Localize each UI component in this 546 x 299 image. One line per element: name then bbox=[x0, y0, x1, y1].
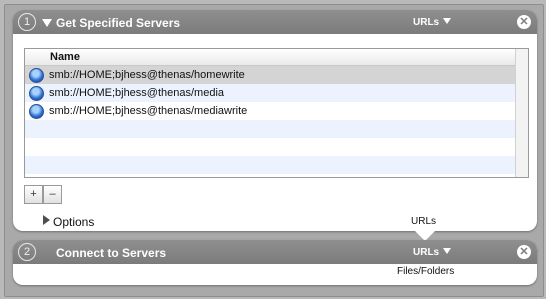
remove-button[interactable]: – bbox=[43, 185, 62, 204]
server-url: smb://HOME;bjhess@thenas/media bbox=[49, 87, 225, 99]
output-type-label: URLs bbox=[411, 216, 437, 227]
action-number: 1 bbox=[18, 13, 36, 31]
options-disclosure-icon[interactable] bbox=[43, 215, 50, 225]
globe-server-icon bbox=[29, 104, 44, 119]
server-list[interactable]: Name smb://HOME;bjhess@thenas/homewrite … bbox=[24, 48, 529, 178]
table-row[interactable]: smb://HOME;bjhess@thenas/homewrite bbox=[25, 66, 528, 84]
table-row[interactable]: smb://HOME;bjhess@thenas/mediawrite bbox=[25, 102, 528, 120]
table-row-empty bbox=[25, 156, 528, 174]
server-url: smb://HOME;bjhess@thenas/homewrite bbox=[49, 69, 245, 81]
caret-down-icon bbox=[443, 18, 452, 24]
action-header[interactable]: 1 Get Specified Servers URLs ✕ bbox=[13, 10, 537, 34]
table-row[interactable]: smb://HOME;bjhess@thenas/media bbox=[25, 84, 528, 102]
table-row-empty bbox=[25, 138, 528, 156]
table-row-empty bbox=[25, 120, 528, 138]
workflow-canvas: 1 Get Specified Servers URLs ✕ Name smb:… bbox=[4, 4, 544, 297]
types-popup[interactable]: URLs bbox=[413, 17, 452, 28]
add-button[interactable]: + bbox=[24, 185, 43, 204]
input-type-label: Files/Folders bbox=[397, 266, 455, 277]
types-popup[interactable]: URLs bbox=[413, 247, 452, 258]
server-rows: smb://HOME;bjhess@thenas/homewrite smb:/… bbox=[25, 66, 528, 174]
action-number: 2 bbox=[18, 243, 36, 261]
vertical-scrollbar[interactable] bbox=[515, 49, 528, 177]
types-label: URLs bbox=[413, 247, 440, 258]
server-url: smb://HOME;bjhess@thenas/mediawrite bbox=[49, 105, 248, 117]
caret-down-icon bbox=[443, 248, 452, 254]
action-header[interactable]: 2 Connect to Servers URLs ✕ bbox=[13, 240, 537, 264]
disclosure-triangle-icon[interactable] bbox=[42, 19, 52, 27]
column-header-name[interactable]: Name bbox=[25, 49, 528, 66]
close-icon[interactable]: ✕ bbox=[517, 245, 531, 259]
options-label[interactable]: Options bbox=[53, 215, 94, 229]
globe-server-icon bbox=[29, 86, 44, 101]
action-get-specified-servers[interactable]: 1 Get Specified Servers URLs ✕ Name smb:… bbox=[13, 10, 537, 231]
action-title: Connect to Servers bbox=[56, 246, 167, 260]
action-connect-to-servers[interactable]: 2 Connect to Servers URLs ✕ bbox=[13, 240, 537, 285]
action-title: Get Specified Servers bbox=[56, 16, 181, 30]
globe-server-icon bbox=[29, 68, 44, 83]
close-icon[interactable]: ✕ bbox=[517, 15, 531, 29]
types-label: URLs bbox=[413, 17, 440, 28]
